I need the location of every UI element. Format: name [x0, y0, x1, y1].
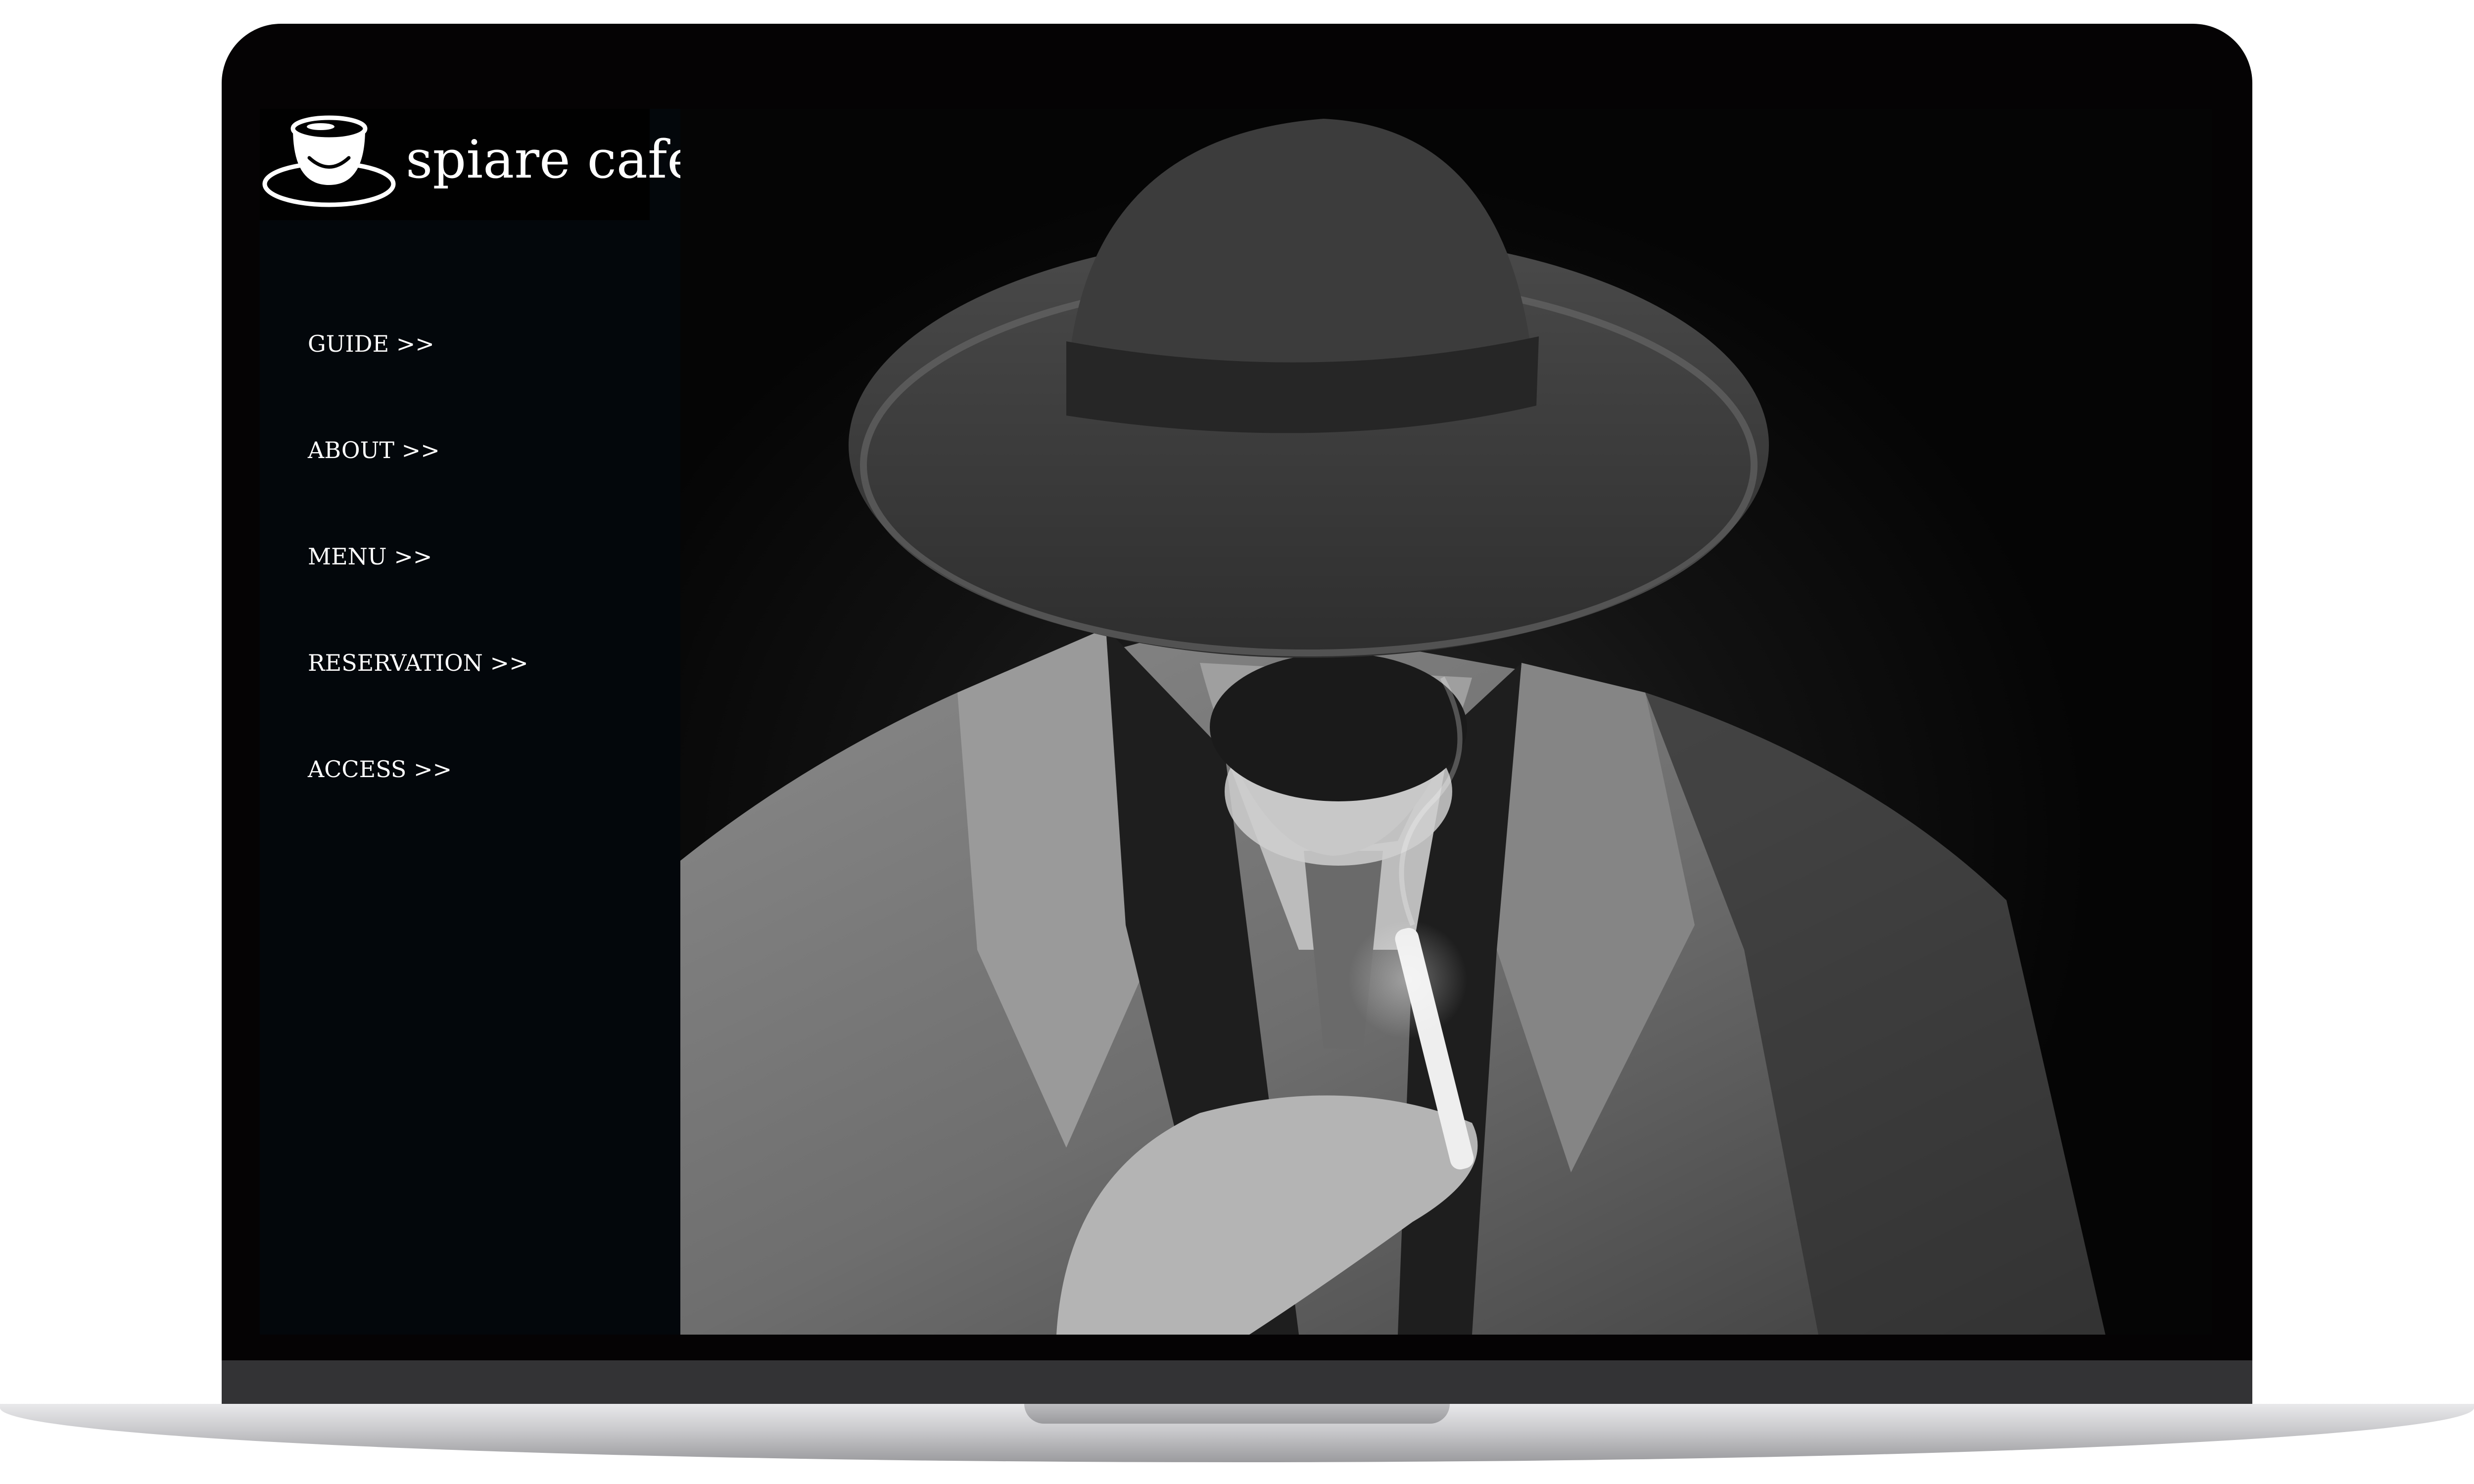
main-nav: GUIDE >> ABOUT >> MENU >> RESERVATION >>…: [308, 317, 528, 848]
nav-item-access[interactable]: ACCESS >>: [308, 742, 528, 848]
laptop-hinge-strip: [222, 1360, 2252, 1410]
nav-item-guide[interactable]: GUIDE >>: [308, 317, 528, 423]
nav-item-menu[interactable]: MENU >>: [308, 529, 528, 636]
site-logo[interactable]: spiare cafe: [260, 109, 698, 220]
site-title: spiare cafe: [406, 129, 698, 190]
coffee-cup-icon: [262, 115, 396, 207]
nav-item-about[interactable]: ABOUT >>: [308, 423, 528, 529]
hero-image: [680, 109, 2212, 1335]
hero-photo-illustration: [680, 119, 2105, 1335]
laptop-mockup: spiare cafe GUIDE >> ABOUT >> MENU >> RE…: [0, 0, 2474, 1484]
laptop-opening-notch: [1024, 1404, 1450, 1424]
laptop-screen: spiare cafe GUIDE >> ABOUT >> MENU >> RE…: [260, 109, 2212, 1335]
nav-item-reservation[interactable]: RESERVATION >>: [308, 636, 528, 742]
sidebar: spiare cafe GUIDE >> ABOUT >> MENU >> RE…: [260, 109, 698, 1335]
